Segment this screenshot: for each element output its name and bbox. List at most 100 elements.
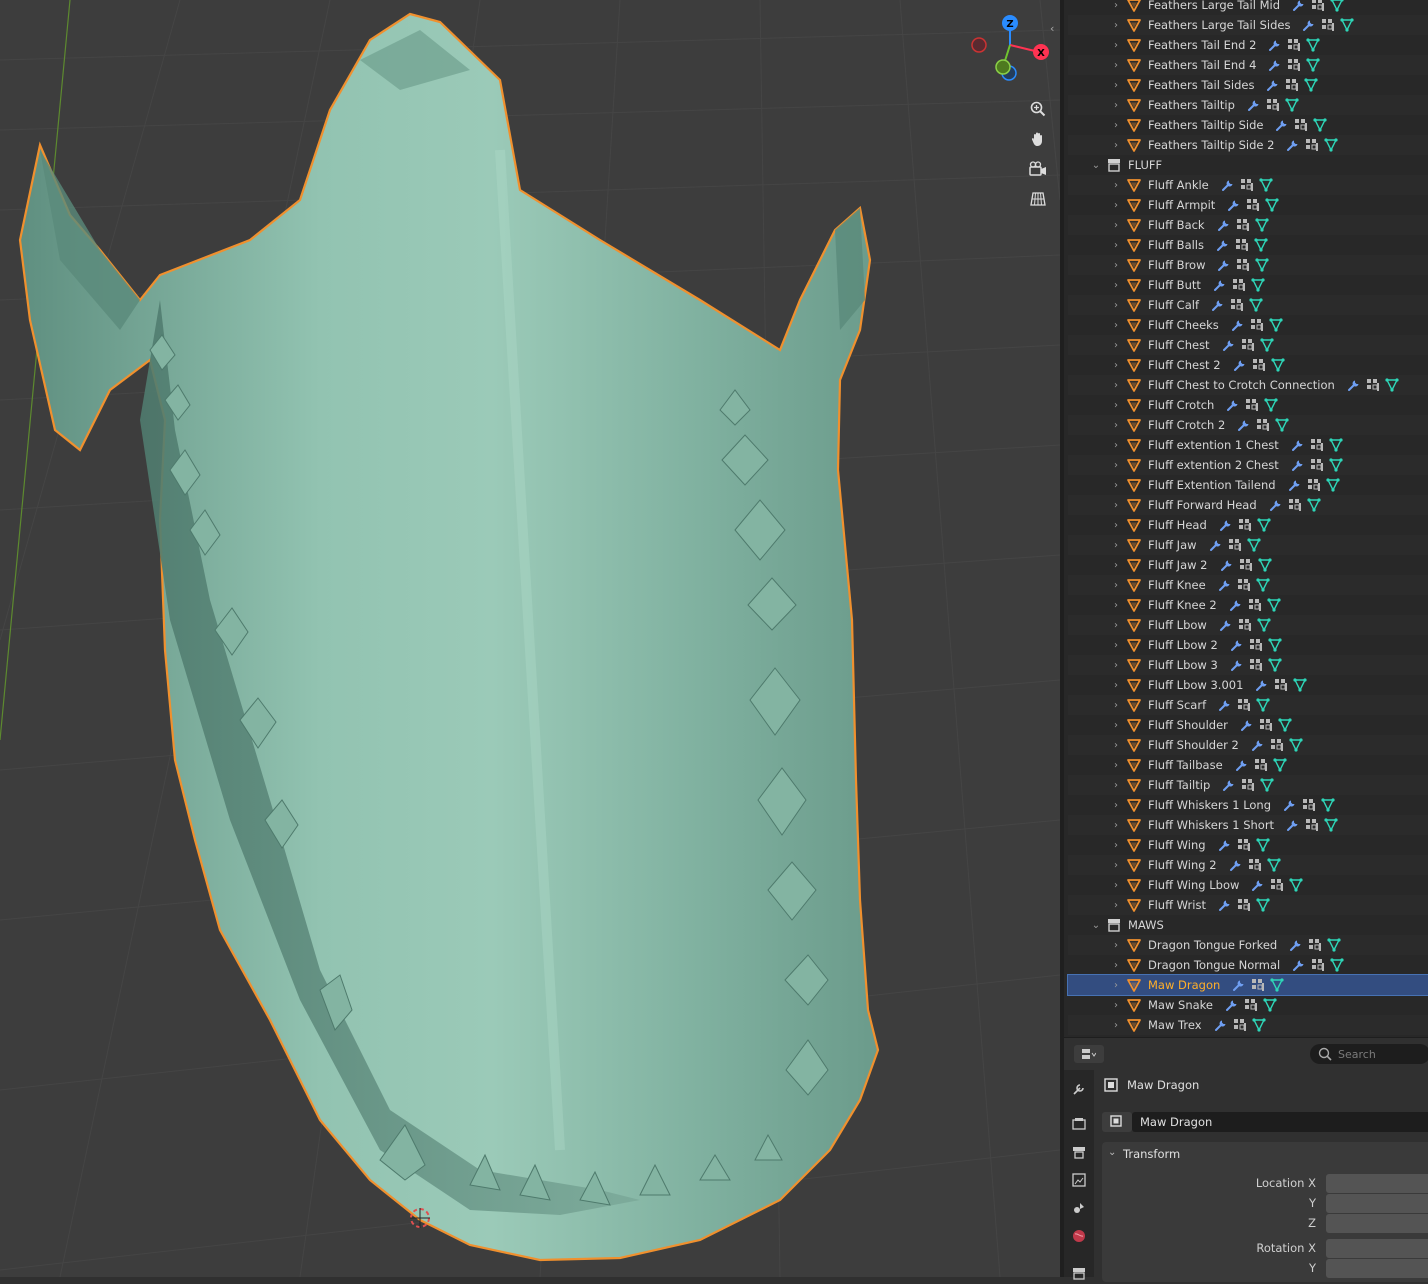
mesh-data-icon[interactable] (1267, 598, 1281, 612)
mesh-data-icon[interactable] (1289, 738, 1303, 752)
chevron-right-icon[interactable]: › (1110, 100, 1122, 111)
chevron-right-icon[interactable]: › (1110, 320, 1122, 331)
chevron-right-icon[interactable]: › (1110, 60, 1122, 71)
outliner-item-feathers-tailtip-side[interactable]: › Feathers Tailtip Side (1068, 115, 1428, 135)
modifier-wrench-icon[interactable] (1269, 498, 1283, 512)
mesh-data-icon[interactable] (1251, 278, 1265, 292)
vertex-groups-icon[interactable] (1256, 418, 1270, 432)
vertex-groups-icon[interactable] (1233, 1018, 1247, 1032)
mesh-data-icon[interactable] (1269, 318, 1283, 332)
mesh-data-icon[interactable] (1255, 258, 1270, 272)
chevron-right-icon[interactable]: › (1110, 260, 1122, 271)
vertex-groups-icon[interactable] (1321, 18, 1335, 32)
outliner-item-feathers-tail-end-2[interactable]: › Feathers Tail End 2 (1068, 35, 1428, 55)
view-layer-tab-icon[interactable] (1068, 1169, 1090, 1191)
vertex-groups-icon[interactable] (1308, 938, 1322, 952)
chevron-right-icon[interactable]: › (1110, 740, 1122, 751)
modifier-wrench-icon[interactable] (1217, 218, 1231, 232)
mesh-data-icon[interactable] (1325, 478, 1340, 492)
chevron-right-icon[interactable]: › (1110, 720, 1122, 731)
modifier-wrench-icon[interactable] (1289, 938, 1303, 952)
modifier-wrench-icon[interactable] (1219, 518, 1233, 532)
mesh-data-icon[interactable] (1255, 218, 1269, 232)
rotation-y-field[interactable] (1326, 1259, 1428, 1278)
outliner-item-fluff-lbow-3-001[interactable]: › Fluff Lbow 3.001 (1068, 675, 1428, 695)
mesh-data-icon[interactable] (1327, 938, 1341, 952)
modifier-wrench-icon[interactable] (1251, 878, 1265, 892)
modifier-wrench-icon[interactable] (1222, 778, 1236, 792)
mesh-data-icon[interactable] (1246, 538, 1261, 552)
outliner-item-fluff-crotch-2[interactable]: › Fluff Crotch 2 (1068, 415, 1428, 435)
y-axis-ball[interactable] (995, 59, 1011, 75)
camera-icon[interactable] (1024, 156, 1052, 182)
outliner-item-feathers-tailtip[interactable]: › Feathers Tailtip (1068, 95, 1428, 115)
chevron-right-icon[interactable]: › (1110, 840, 1122, 851)
chevron-right-icon[interactable]: › (1110, 420, 1122, 431)
mesh-data-icon[interactable] (1264, 398, 1278, 412)
vertex-groups-icon[interactable] (1305, 138, 1319, 152)
grid-icon[interactable] (1024, 186, 1052, 212)
mesh-data-icon[interactable] (1289, 878, 1303, 892)
outliner-item-fluff-lbow-3[interactable]: › Fluff Lbow 3 (1068, 655, 1428, 675)
outliner-item-fluff-extention-2-chest[interactable]: › Fluff extention 2 Chest (1068, 455, 1428, 475)
outliner-item-fluff-lbow-2[interactable]: › Fluff Lbow 2 (1068, 635, 1428, 655)
mesh-data-icon[interactable] (1340, 18, 1355, 32)
search-input[interactable]: Search (1310, 1044, 1428, 1064)
modifier-wrench-icon[interactable] (1275, 118, 1289, 132)
chevron-right-icon[interactable]: › (1110, 120, 1122, 131)
outliner-collection-maws[interactable]: ⌄ MAWS (1068, 915, 1428, 935)
editor-type-button[interactable] (1074, 1045, 1104, 1063)
chevron-right-icon[interactable]: › (1110, 0, 1122, 11)
chevron-right-icon[interactable]: › (1110, 460, 1122, 471)
vertex-groups-icon[interactable] (1250, 318, 1264, 332)
mesh-data-icon[interactable] (1313, 118, 1328, 132)
outliner-item-feathers-tail-end-4[interactable]: › Feathers Tail End 4 (1068, 55, 1428, 75)
modifier-wrench-icon[interactable] (1218, 898, 1232, 912)
modifier-wrench-icon[interactable] (1237, 418, 1251, 432)
vertex-groups-icon[interactable] (1237, 838, 1251, 852)
mesh-data-icon[interactable] (1330, 958, 1344, 972)
location-x-field[interactable] (1326, 1174, 1428, 1193)
outliner-item-feathers-tailtip-side-2[interactable]: › Feathers Tailtip Side 2 (1068, 135, 1428, 155)
mesh-data-icon[interactable] (1330, 0, 1344, 12)
chevron-right-icon[interactable]: › (1110, 700, 1122, 711)
vertex-groups-icon[interactable] (1310, 438, 1324, 452)
mesh-data-icon[interactable] (1251, 1018, 1266, 1032)
chevron-right-icon[interactable]: › (1110, 200, 1122, 211)
chevron-right-icon[interactable]: › (1110, 340, 1122, 351)
outliner-item-fluff-calf[interactable]: › Fluff Calf (1068, 295, 1428, 315)
hand-icon[interactable] (1024, 126, 1052, 152)
mesh-data-icon[interactable] (1257, 558, 1272, 572)
mesh-data-icon[interactable] (1293, 678, 1308, 692)
outliner-item-fluff-shoulder[interactable]: › Fluff Shoulder (1068, 715, 1428, 735)
vertex-groups-icon[interactable] (1235, 238, 1249, 252)
render-tab-icon[interactable] (1068, 1113, 1090, 1135)
chevron-right-icon[interactable]: › (1110, 660, 1122, 671)
chevron-right-icon[interactable]: › (1110, 280, 1122, 291)
modifier-wrench-icon[interactable] (1225, 998, 1239, 1012)
vertex-groups-icon[interactable] (1230, 298, 1244, 312)
vertex-groups-icon[interactable] (1245, 398, 1259, 412)
modifier-wrench-icon[interactable] (1286, 138, 1300, 152)
vertex-groups-icon[interactable] (1241, 338, 1255, 352)
vertex-groups-icon[interactable] (1287, 58, 1301, 72)
outliner-item-fluff-chest-to-crotch-connection[interactable]: › Fluff Chest to Crotch Connection (1068, 375, 1428, 395)
modifier-wrench-icon[interactable] (1226, 398, 1240, 412)
mesh-data-icon[interactable] (1260, 778, 1274, 792)
outliner-item-maw-dragon[interactable]: › Maw Dragon (1067, 974, 1428, 996)
modifier-wrench-icon[interactable] (1302, 18, 1316, 32)
mesh-data-icon[interactable] (1259, 338, 1274, 352)
outliner-item-feathers-tail-sides[interactable]: › Feathers Tail Sides (1068, 75, 1428, 95)
mesh-data-icon[interactable] (1249, 298, 1263, 312)
outliner-item-fluff-wrist[interactable]: › Fluff Wrist (1068, 895, 1428, 915)
chevron-down-icon[interactable]: ⌄ (1090, 160, 1102, 171)
object-name-field[interactable]: Maw Dragon (1132, 1112, 1428, 1132)
vertex-groups-icon[interactable] (1302, 798, 1316, 812)
outliner-item-fluff-wing[interactable]: › Fluff Wing (1068, 835, 1428, 855)
chevron-right-icon[interactable]: › (1110, 300, 1122, 311)
neg-x-axis-ball[interactable] (971, 37, 987, 53)
zoom-icon[interactable] (1024, 96, 1052, 122)
modifier-wrench-icon[interactable] (1218, 838, 1232, 852)
vertex-groups-icon[interactable] (1274, 678, 1288, 692)
mesh-data-icon[interactable] (1306, 58, 1321, 72)
